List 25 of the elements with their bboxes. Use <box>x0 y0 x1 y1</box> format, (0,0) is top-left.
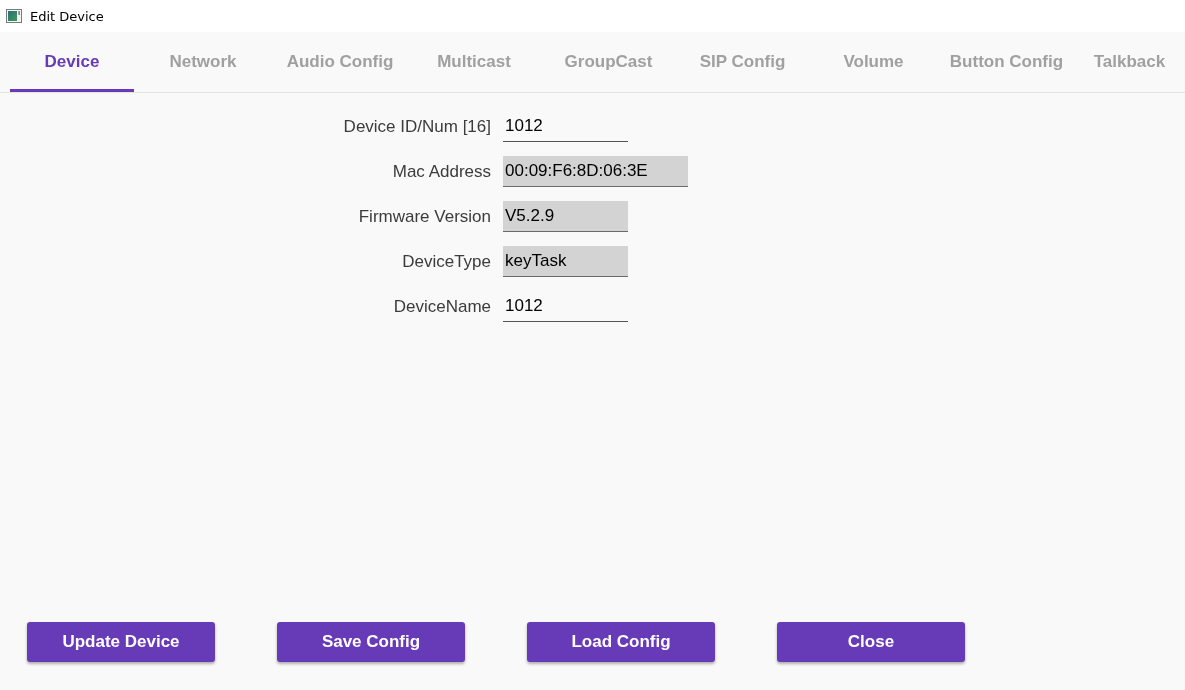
field-label: Device ID/Num [16] <box>343 116 491 137</box>
tab[interactable]: Audio Config <box>272 32 408 92</box>
input-field[interactable]: 1012 <box>503 111 628 142</box>
action-button[interactable]: Update Device <box>27 622 215 662</box>
tab[interactable]: Multicast <box>408 32 540 92</box>
read-only-field: 00:09:F6:8D:06:3E <box>503 156 688 187</box>
read-only-field: keyTask <box>503 246 628 277</box>
field-label: Firmware Version <box>358 206 491 227</box>
tab[interactable]: SIP Config <box>677 32 808 92</box>
action-button[interactable]: Load Config <box>527 622 715 662</box>
tab[interactable]: GroupCast <box>540 32 677 92</box>
tab[interactable]: Button Config <box>939 32 1074 92</box>
input-field[interactable]: 1012 <box>503 291 628 322</box>
field-label: Mac Address <box>392 161 491 182</box>
window-title: Edit Device <box>30 8 104 24</box>
tab[interactable]: Network <box>134 32 272 92</box>
tab[interactable]: Talkback <box>1074 32 1185 92</box>
tab[interactable]: Device <box>10 32 134 92</box>
read-only-field: V5.2.9 <box>503 201 628 232</box>
action-button[interactable]: Close <box>777 622 965 662</box>
app-icon <box>6 9 22 23</box>
field-label: DeviceName <box>393 296 491 317</box>
tab[interactable]: Volume <box>808 32 939 92</box>
field-label: DeviceType <box>402 251 491 272</box>
action-button[interactable]: Save Config <box>277 622 465 662</box>
